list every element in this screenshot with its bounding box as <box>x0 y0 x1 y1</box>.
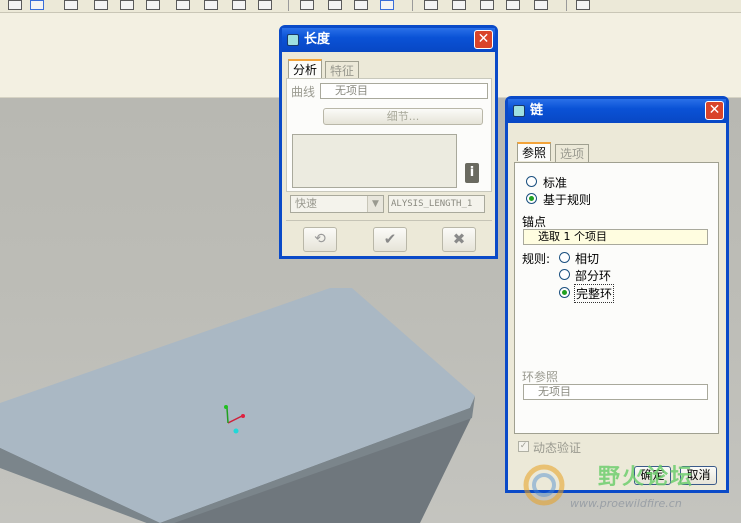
chain-dialog-titlebar[interactable]: 链 ✕ <box>508 99 726 123</box>
watermark-url: www.proewildfire.cn <box>570 497 682 510</box>
info-icon[interactable]: i <box>465 163 479 183</box>
tab-references[interactable]: 参照 <box>517 142 552 161</box>
curve-field[interactable]: 无项目 <box>320 83 488 99</box>
no-hidden-icon[interactable] <box>354 0 368 10</box>
analysis-name-field[interactable]: ALYSIS_LENGTH_1 <box>388 195 485 213</box>
watermark-logo <box>523 464 565 506</box>
results-area <box>292 134 457 188</box>
radio-standard-label: 标准 <box>543 176 568 190</box>
datum-axis-icon[interactable] <box>30 0 44 10</box>
dialog-icon <box>287 34 299 46</box>
datum-axes-display-icon[interactable] <box>452 0 466 10</box>
repaint-icon[interactable] <box>94 0 108 10</box>
chain-dialog: 链 ✕ 参照 选项 标准 基于规则 锚点 选取 1 个项目 规则: 相切 部分环… <box>505 96 729 493</box>
wireframe-icon[interactable] <box>300 0 314 10</box>
references-tab-body: 标准 基于规则 锚点 选取 1 个项目 规则: 相切 部分环 完整环 环参照 无… <box>514 162 719 434</box>
refresh-icon: ⟲ <box>314 231 326 247</box>
watermark-text: 野火论坛 <box>598 465 695 490</box>
length-dialog-titlebar[interactable]: 长度 ✕ <box>282 28 495 52</box>
radio-tangent[interactable] <box>559 252 570 263</box>
tab-analysis[interactable]: 分析 <box>288 59 323 78</box>
datum-planes-display-icon[interactable] <box>424 0 438 10</box>
curve-label: 曲线 <box>291 85 316 99</box>
watermark: 野火论坛 www.proewildfire.cn <box>520 451 730 517</box>
length-dialog-title: 长度 <box>304 32 331 47</box>
rules-label: 规则: <box>522 252 551 266</box>
chevron-down-icon[interactable]: ▼ <box>367 196 383 212</box>
ok-button[interactable]: ✔ <box>373 227 407 252</box>
layer-icon[interactable] <box>232 0 246 10</box>
radio-partial-loop-label: 部分环 <box>575 269 612 283</box>
tab-options[interactable]: 选项 <box>555 144 590 163</box>
details-button[interactable]: 细节... <box>323 108 483 125</box>
saved-view-icon[interactable] <box>204 0 218 10</box>
orient-icon[interactable] <box>176 0 190 10</box>
loop-ref-label: 环参照 <box>522 370 559 384</box>
close-icon[interactable]: ✕ <box>474 30 493 49</box>
datum-points-display-icon[interactable] <box>480 0 494 10</box>
analysis-tab-body: 曲线 无项目 细节... i <box>286 78 492 192</box>
length-dialog: 长度 ✕ 分析 特征 曲线 无项目 细节... i 快速 ▼ ALYSIS_LE… <box>279 25 498 259</box>
chain-dialog-title: 链 <box>530 103 544 118</box>
mode-select[interactable]: 快速 ▼ <box>290 195 384 213</box>
radio-partial-loop[interactable] <box>559 269 570 280</box>
anchor-label: 锚点 <box>522 215 547 229</box>
radio-complete-loop[interactable] <box>559 287 570 298</box>
close-x-icon: ✖ <box>452 230 466 248</box>
csys-display-icon[interactable] <box>506 0 520 10</box>
zoom-out-icon[interactable] <box>120 0 134 10</box>
view-manager-icon[interactable] <box>258 0 272 10</box>
checkmark-icon: ✔ <box>383 230 397 248</box>
close-icon[interactable]: ✕ <box>705 101 724 120</box>
dialog-icon <box>513 105 525 117</box>
radio-rule-based[interactable] <box>526 193 537 204</box>
loop-ref-field[interactable]: 无项目 <box>523 384 708 400</box>
whats-this-icon[interactable] <box>576 0 590 10</box>
cancel-button[interactable]: ✖ <box>442 227 476 252</box>
zoom-in-icon[interactable] <box>64 0 78 10</box>
refit-icon[interactable] <box>146 0 160 10</box>
mode-select-value: 快速 <box>295 197 317 210</box>
radio-standard[interactable] <box>526 176 537 187</box>
annotation-display-icon[interactable] <box>534 0 548 10</box>
datum-plane-icon[interactable] <box>8 0 22 10</box>
main-toolbar <box>0 0 741 13</box>
hidden-line-icon[interactable] <box>328 0 342 10</box>
radio-tangent-label: 相切 <box>575 252 600 266</box>
radio-complete-loop-label: 完整环 <box>574 284 615 303</box>
anchor-field[interactable]: 选取 1 个项目 <box>523 229 708 245</box>
shading-icon[interactable] <box>380 0 394 10</box>
repeat-button[interactable]: ⟲ <box>303 227 337 252</box>
radio-rule-based-label: 基于规则 <box>543 193 592 207</box>
